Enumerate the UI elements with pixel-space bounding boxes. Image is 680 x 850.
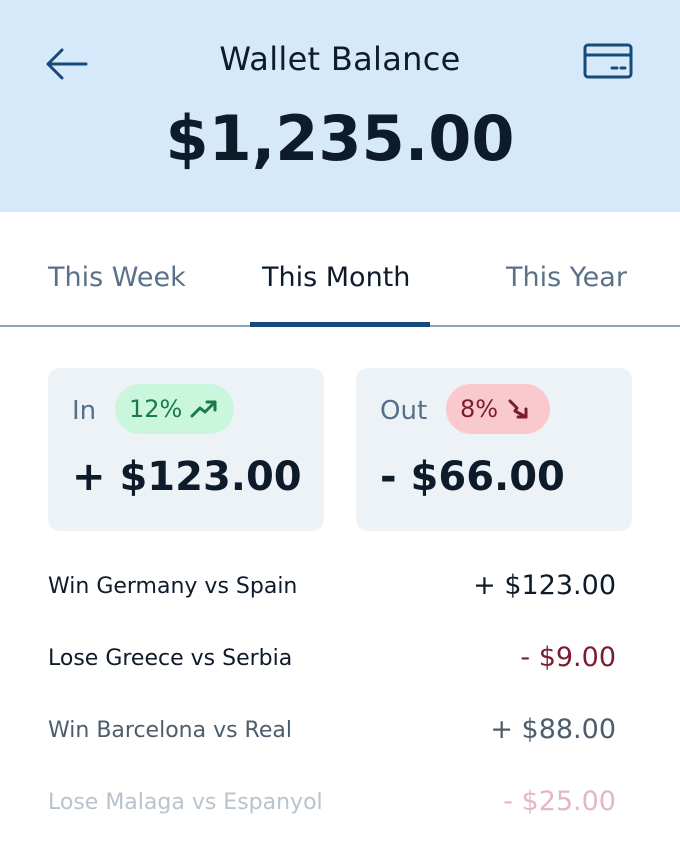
transaction-row[interactable]: Lose Malaga vs Espanyol - $25.00 xyxy=(48,784,616,824)
expense-card[interactable]: Out 8% - $66.00 xyxy=(356,368,632,531)
expense-label: Out xyxy=(380,396,428,426)
transaction-row[interactable]: Win Barcelona vs Real + $88.00 xyxy=(48,712,616,752)
wallet-balance: $1,235.00 xyxy=(165,102,515,175)
active-tab-indicator xyxy=(250,322,430,327)
trending-down-icon xyxy=(508,399,528,419)
tab-this-month[interactable]: This Month xyxy=(262,262,410,293)
card-button[interactable] xyxy=(582,42,634,80)
page-title: Wallet Balance xyxy=(219,40,461,78)
transaction-label: Lose Malaga vs Espanyol xyxy=(48,790,323,815)
trending-up-icon xyxy=(190,400,217,418)
transaction-label: Win Germany vs Spain xyxy=(48,574,298,599)
transaction-row[interactable]: Win Germany vs Spain + $123.00 xyxy=(48,568,616,608)
expense-percent-badge: 8% xyxy=(446,384,551,434)
transaction-amount: + $88.00 xyxy=(490,714,616,745)
period-tabs: This Week This Month This Year xyxy=(0,212,680,328)
income-label: In xyxy=(72,396,97,426)
transaction-row[interactable]: Lose Greece vs Serbia - $9.00 xyxy=(48,640,616,680)
tab-this-week[interactable]: This Week xyxy=(48,262,186,293)
wallet-header: Wallet Balance $1,235.00 xyxy=(0,0,680,212)
transaction-amount: + $123.00 xyxy=(473,570,616,601)
transaction-label: Win Barcelona vs Real xyxy=(48,718,292,743)
expense-percent: 8% xyxy=(460,395,499,423)
transaction-label: Lose Greece vs Serbia xyxy=(48,646,293,671)
income-amount: + $123.00 xyxy=(72,454,302,500)
income-percent-badge: 12% xyxy=(115,384,235,434)
income-card[interactable]: In 12% + $123.00 xyxy=(48,368,324,531)
expense-amount: - $66.00 xyxy=(380,454,565,500)
transaction-amount: - $9.00 xyxy=(520,642,616,673)
income-percent: 12% xyxy=(129,395,183,423)
tab-this-year[interactable]: This Year xyxy=(506,262,627,293)
transaction-amount: - $25.00 xyxy=(503,786,616,817)
credit-card-icon xyxy=(583,43,633,79)
